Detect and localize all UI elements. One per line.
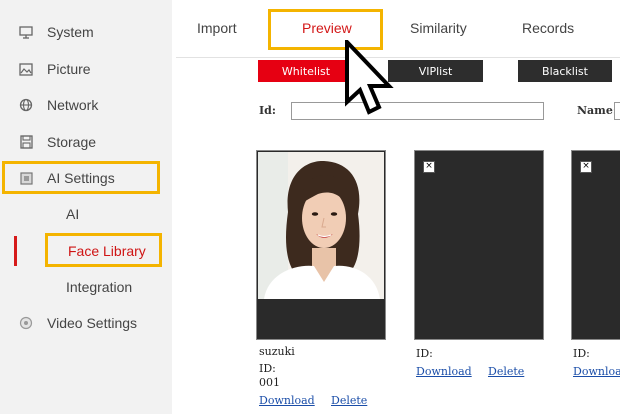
sidebar-item-label: Storage: [47, 134, 97, 150]
whitelist-button[interactable]: Whitelist: [258, 60, 354, 82]
face-photo: [258, 152, 384, 299]
download-link[interactable]: Downloa: [573, 365, 620, 378]
sidebar: System Picture Network Storage AI Settin…: [0, 0, 172, 414]
sidebar-subitem-label: AI: [66, 206, 80, 222]
delete-link[interactable]: Delete: [331, 394, 367, 407]
delete-link[interactable]: Delete: [488, 365, 524, 378]
sidebar-item-video-settings[interactable]: Video Settings: [0, 305, 172, 341]
tab-similarity[interactable]: Similarity: [410, 20, 467, 36]
tab-records[interactable]: Records: [522, 20, 574, 36]
name-filter-input[interactable]: [614, 102, 620, 120]
face-library-highlight: [45, 233, 162, 267]
video-settings-icon: [19, 316, 33, 330]
tab-divider: [176, 57, 620, 58]
id-filter-input[interactable]: [291, 102, 544, 120]
sidebar-subitem-label: Integration: [66, 279, 133, 295]
name-filter-label: Name:: [577, 104, 617, 117]
face-card: ×: [571, 150, 620, 340]
picture-icon: [19, 62, 33, 76]
download-link[interactable]: Download: [416, 365, 472, 378]
sidebar-subitem-integration[interactable]: Integration: [0, 269, 172, 305]
card-name: suzuki: [259, 345, 295, 358]
broken-image-icon: ×: [580, 161, 592, 173]
card-id-label: ID:: [573, 347, 590, 360]
sidebar-subitem-ai[interactable]: AI: [0, 196, 172, 232]
blacklist-button[interactable]: Blacklist: [518, 60, 612, 82]
active-indicator: [14, 236, 17, 266]
sidebar-item-system[interactable]: System: [0, 14, 172, 50]
card-id-label: ID:: [259, 362, 276, 375]
storage-icon: [19, 135, 33, 149]
sidebar-item-label: Picture: [47, 61, 91, 77]
sidebar-item-picture[interactable]: Picture: [0, 51, 172, 87]
viplist-button[interactable]: VIPlist: [388, 60, 483, 82]
sidebar-item-label: Video Settings: [47, 315, 138, 331]
sidebar-item-label: System: [47, 24, 94, 40]
id-filter-label: Id:: [259, 104, 276, 117]
sidebar-item-storage[interactable]: Storage: [0, 124, 172, 160]
broken-image-icon: ×: [423, 161, 435, 173]
download-link[interactable]: Download: [259, 394, 315, 407]
card-id-label: ID:: [416, 347, 433, 360]
card-id-value: 001: [259, 376, 280, 389]
face-card: ×: [414, 150, 544, 340]
monitor-icon: [19, 25, 33, 39]
ai-settings-highlight: [2, 161, 160, 194]
globe-icon: [19, 98, 33, 112]
tab-import[interactable]: Import: [197, 20, 237, 36]
sidebar-item-label: Network: [47, 97, 99, 113]
mouse-cursor-icon: [345, 40, 395, 128]
sidebar-item-network[interactable]: Network: [0, 87, 172, 123]
face-card: [256, 150, 386, 340]
